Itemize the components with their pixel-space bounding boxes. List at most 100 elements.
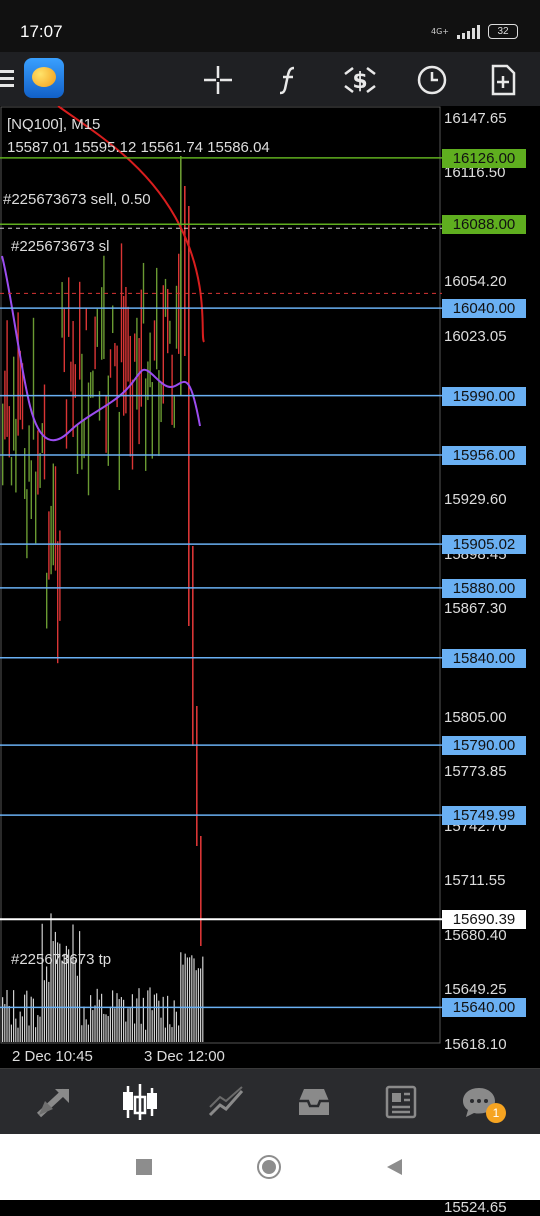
order-sell-label[interactable]: #225673673 sell, 0.50 bbox=[3, 191, 151, 208]
price-levels bbox=[0, 157, 442, 1009]
volume-bar bbox=[98, 999, 100, 1042]
candle bbox=[173, 396, 175, 428]
candle bbox=[61, 282, 63, 338]
volume-bar bbox=[178, 1025, 180, 1042]
news-icon[interactable] bbox=[378, 1081, 424, 1123]
volume-bar bbox=[112, 990, 114, 1042]
candle bbox=[79, 281, 81, 380]
symbol-timeframe: [NQ100], M15 bbox=[7, 116, 101, 133]
candle bbox=[158, 370, 160, 457]
volume-bar bbox=[54, 931, 56, 1042]
candle bbox=[96, 308, 98, 347]
price-tag[interactable]: 15749.99 bbox=[442, 806, 526, 826]
candle bbox=[68, 277, 70, 337]
candle bbox=[39, 452, 41, 488]
price-tag[interactable]: 15640.00 bbox=[442, 998, 526, 1018]
volume-bar bbox=[2, 997, 4, 1042]
candle bbox=[46, 572, 48, 629]
candle bbox=[92, 370, 94, 398]
volume-bar bbox=[101, 993, 103, 1042]
candle bbox=[37, 430, 39, 495]
price-tag[interactable]: 15956.00 bbox=[442, 446, 526, 465]
candle bbox=[41, 423, 43, 454]
volume-bar bbox=[123, 999, 125, 1042]
candle bbox=[50, 505, 52, 575]
volume-bar bbox=[72, 924, 74, 1042]
axis-label: 15524.65 bbox=[444, 1199, 507, 1216]
volume-bar bbox=[28, 1025, 30, 1042]
candle bbox=[90, 372, 92, 398]
price-tag[interactable]: 15690.39 bbox=[442, 910, 526, 930]
candle bbox=[43, 384, 46, 480]
battery-icon: 32 bbox=[488, 24, 518, 39]
axis-label: 16147.65 bbox=[444, 110, 507, 127]
candle bbox=[17, 312, 19, 436]
price-tag[interactable]: 15990.00 bbox=[442, 386, 526, 406]
back-icon[interactable] bbox=[381, 1154, 407, 1180]
chat-icon[interactable]: 1 bbox=[456, 1081, 506, 1123]
axis-label: 15929.60 bbox=[444, 491, 507, 509]
price-tag[interactable]: 15790.00 bbox=[442, 736, 526, 756]
candle bbox=[48, 511, 50, 580]
volume-bar bbox=[39, 1016, 41, 1042]
order-sl-label[interactable]: #225673673 sl bbox=[11, 238, 109, 255]
candle bbox=[57, 541, 59, 664]
candle bbox=[65, 399, 68, 449]
candle bbox=[72, 321, 74, 437]
volume-bar bbox=[94, 1005, 96, 1042]
order-tp-label[interactable]: #225673673 tp bbox=[11, 951, 111, 968]
candlestick-chart-icon[interactable] bbox=[117, 1081, 163, 1123]
price-tag[interactable]: 15840.00 bbox=[442, 648, 526, 668]
price-tag[interactable]: 15880.00 bbox=[442, 578, 526, 598]
candle bbox=[160, 382, 162, 423]
candle bbox=[180, 156, 182, 396]
volume-bar bbox=[105, 1014, 107, 1042]
volume-bar bbox=[140, 1023, 142, 1042]
trending-icon[interactable] bbox=[204, 1081, 250, 1123]
candle bbox=[171, 354, 173, 425]
trade-dollar-icon[interactable]: $ bbox=[340, 60, 380, 100]
candle bbox=[114, 343, 116, 367]
network-type: 4G+ bbox=[431, 26, 449, 36]
volume-bar bbox=[200, 968, 202, 1042]
crosshair-icon[interactable] bbox=[198, 60, 238, 100]
home-icon[interactable] bbox=[256, 1154, 282, 1180]
volume-bar bbox=[15, 1018, 17, 1042]
candle bbox=[169, 320, 171, 344]
volume-bar bbox=[48, 981, 50, 1042]
status-indicators: 4G+ 32 bbox=[431, 24, 518, 39]
volume-bar bbox=[24, 994, 26, 1042]
candle bbox=[162, 285, 164, 404]
metatrader-logo[interactable] bbox=[24, 58, 64, 98]
clock-icon[interactable] bbox=[412, 60, 452, 100]
menu-icon[interactable] bbox=[0, 70, 14, 91]
volume-bar bbox=[32, 998, 34, 1042]
candle bbox=[134, 333, 136, 362]
price-tag[interactable]: 16040.00 bbox=[442, 299, 526, 319]
volume-bar bbox=[17, 1027, 19, 1042]
volume-bar bbox=[162, 996, 164, 1042]
volume-bar bbox=[74, 960, 76, 1042]
trade-arrow-icon[interactable] bbox=[31, 1081, 77, 1123]
candle bbox=[13, 356, 15, 451]
candle bbox=[142, 262, 145, 324]
axis-label: 15711.55 bbox=[444, 872, 506, 890]
price-tag[interactable]: 16088.00 bbox=[442, 215, 526, 235]
volume-bar bbox=[129, 1007, 131, 1042]
volume-bar bbox=[61, 960, 63, 1042]
function-icon[interactable] bbox=[269, 60, 309, 100]
status-bar: 17:07 4G+ 32 bbox=[0, 0, 540, 52]
volume-bar bbox=[195, 970, 197, 1042]
time-label-end: 3 Dec 12:00 bbox=[144, 1048, 225, 1065]
price-tag[interactable]: 16126.00 bbox=[442, 148, 526, 168]
candle bbox=[156, 267, 158, 370]
price-tag[interactable]: 15905.02 bbox=[442, 535, 526, 555]
price-chart[interactable]: [NQ100], M15 15587.01 15595.12 15561.74 … bbox=[0, 106, 540, 1216]
add-document-icon[interactable] bbox=[483, 60, 523, 100]
candle bbox=[103, 255, 105, 359]
inbox-icon[interactable] bbox=[291, 1081, 337, 1123]
volume-bar bbox=[202, 956, 204, 1042]
volume-bar bbox=[180, 952, 182, 1042]
recent-apps-icon[interactable] bbox=[131, 1154, 157, 1180]
candle bbox=[74, 364, 76, 398]
